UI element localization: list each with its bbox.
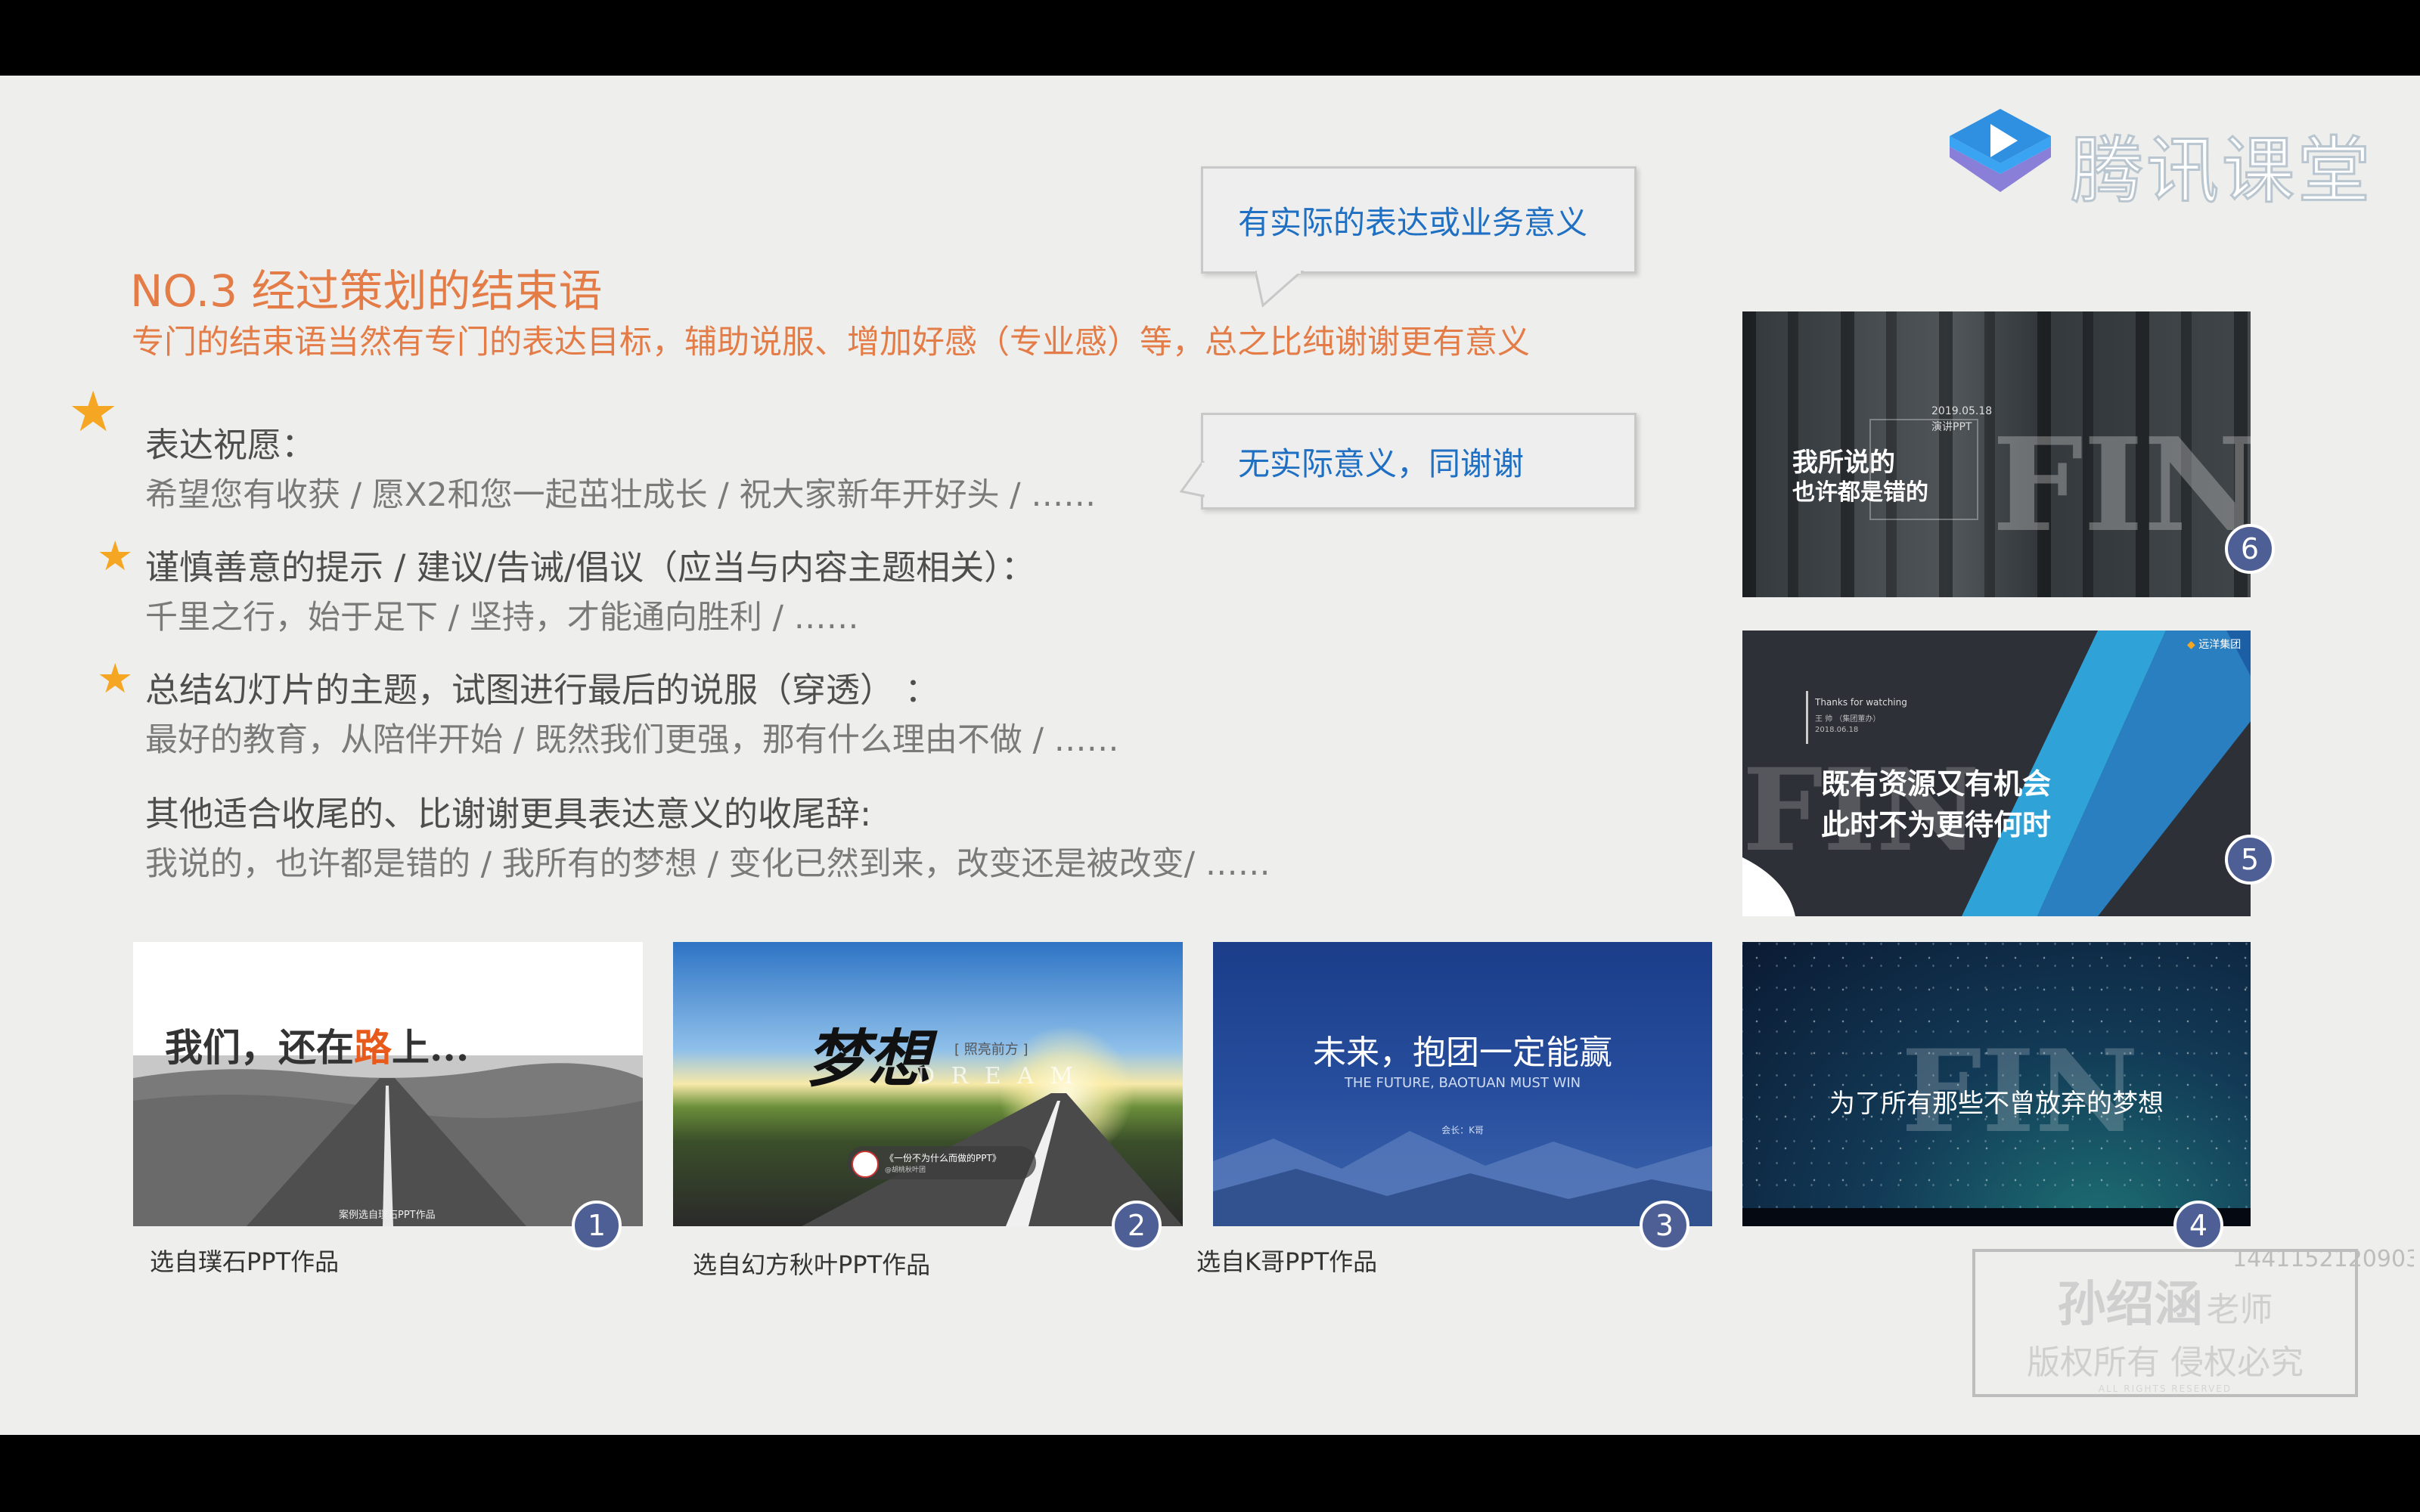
play-triangle-icon <box>1950 109 2051 192</box>
thumb-subtitle: THE FUTURE, BAOTUAN MUST WIN <box>1344 1075 1581 1091</box>
thumb-headline: 未来，抱团一定能赢 <box>1313 1033 1612 1072</box>
callout-meaningless-text: 无实际意义，同谢谢 <box>1238 445 1525 482</box>
thumbnail-caption: 选自璞石PPT作品 <box>150 1247 340 1276</box>
brand-text: 远洋集团 <box>2198 639 2242 651</box>
slide-number-badge: 3 <box>1640 1201 1689 1250</box>
fin-text: FIN <box>1992 410 2251 561</box>
star-icon: ★ <box>68 380 119 445</box>
thumb-headline: 梦想 <box>806 1023 930 1095</box>
thumbnail-caption: 选自K哥PPT作品 <box>1196 1247 1378 1276</box>
section-body: 千里之行，始于足下 / 坚持，才能通向胜利 / …… <box>145 599 859 637</box>
road-photo <box>133 1055 643 1226</box>
logo-text: 腾讯课堂 <box>2070 128 2373 215</box>
slide-thumbnail-3[interactable]: 未来，抱团一定能赢 THE FUTURE, BAOTUAN MUST WIN 会… <box>1213 942 1712 1226</box>
section-heading: 总结幻灯片的主题，试图进行最后的说服（穿透） ： <box>145 670 939 710</box>
thumb-small-text: 2018.06.18 <box>1815 726 1859 734</box>
logo: 腾讯课堂 <box>1944 98 2372 215</box>
thumbnail-caption: 选自幻方秋叶PPT作品 <box>693 1250 931 1279</box>
callout-meaningful-text: 有实际的表达或业务意义 <box>1238 203 1588 241</box>
slide-thumbnail-1[interactable]: 我们，还在路上... 案例选自璞石PPT作品 <box>133 942 643 1226</box>
callout-tail <box>1180 461 1205 497</box>
slide-canvas: 腾讯课堂 NO.3 经过策划的结束语 ★ 专门的结束语当然有专门的表达目标，辅助… <box>0 76 2420 1435</box>
watermark-box: 孙绍涵 老师 版权所有 侵权必究 ALL RIGHTS RESERVED <box>1972 1249 2358 1397</box>
brand-icon: ◆ <box>2187 639 2195 651</box>
callout-meaningless: 无实际意义，同谢谢 <box>1201 413 1637 510</box>
slide-number-badge: 1 <box>572 1201 622 1250</box>
section-body: 最好的教育，从陪伴开始 / 既然我们更强，那有什么理由不做 / …… <box>145 721 1119 759</box>
slide-number-badge: 6 <box>2225 524 2275 574</box>
callout-meaningful: 有实际的表达或业务意义 <box>1201 166 1637 274</box>
slide-number-badge: 4 <box>2173 1201 2223 1250</box>
section-heading: 其他适合收尾的、比谢谢更具表达意义的收尾辞: <box>145 794 872 834</box>
thumb-tag: [ 照亮前方 ] <box>954 1042 1028 1058</box>
pill-subtext: @胡桃秋叶团 <box>885 1167 926 1174</box>
star-icon: ★ <box>97 655 134 702</box>
slide-thumbnail-2[interactable]: 梦想 D R E A M [ 照亮前方 ] 《一份不为什么而做的PPT》 @胡桃… <box>673 942 1183 1226</box>
section-heading: 谨慎善意的提示 / 建议/告诫/倡议（应当与内容主题相关）： <box>145 547 1035 587</box>
page-subtitle: 专门的结束语当然有专门的表达目标，辅助说服、增加好感（专业感）等，总之比纯谢谢更… <box>132 324 1530 361</box>
watermark-fine: ALL RIGHTS RESERVED <box>2098 1383 2232 1394</box>
watermark-name: 孙绍涵 <box>2057 1277 2203 1333</box>
pill-text: 《一份不为什么而做的PPT》 <box>885 1153 1001 1163</box>
headline-part: 我们，还在 <box>165 1025 354 1070</box>
slide-thumbnail-4[interactable]: FIN 为了所有那些不曾放弃的梦想 <box>1742 942 2251 1226</box>
thumb-headline: 既有资源又有机会 <box>1821 767 2052 801</box>
thumb-headline: 我们，还在路上... <box>165 1018 469 1072</box>
page-title: NO.3 经过策划的结束语 <box>130 265 603 317</box>
star-icon: ★ <box>97 532 134 580</box>
section-body: 希望您有收获 / 愿X2和您一起茁壮成长 / 祝大家新年开好头 / …… <box>145 476 1097 514</box>
thumb-small-text: 演讲PPT <box>1931 421 1972 433</box>
slide-number-badge: 2 <box>1112 1201 1162 1250</box>
thumb-small-text: 会长：K哥 <box>1441 1125 1484 1136</box>
thumb-subtitle: D R E A M <box>917 1063 1078 1089</box>
watermark-rights: 版权所有 侵权必究 <box>2027 1343 2304 1382</box>
vertical-rule <box>1806 691 1808 744</box>
headline-highlight: 路 <box>354 1025 392 1070</box>
section-body: 我说的，也许都是错的 / 我所有的梦想 / 变化已然到来，改变还是被改变/ …… <box>145 845 1270 883</box>
thumb-small-text: 王 帅 （集团董办） <box>1815 715 1881 723</box>
slide-thumbnail-5[interactable]: ◆ 远洋集团 Thanks for watching 王 帅 （集团董办） 20… <box>1742 631 2251 916</box>
thumb-small-text: 案例选自璞石PPT作品 <box>339 1210 436 1221</box>
slide-thumbnail-6[interactable]: FIN 2019.05.18 演讲PPT 我所说的 也许都是错的 <box>1742 311 2251 597</box>
brand-mark: ◆ 远洋集团 <box>2187 637 2241 652</box>
headline-part: 上... <box>392 1025 470 1070</box>
pill-logo-icon <box>852 1151 879 1178</box>
section-heading: 表达祝愿： <box>145 425 316 465</box>
callout-tail <box>1255 271 1305 308</box>
thumb-headline: 为了所有那些不曾放弃的梦想 <box>1829 1089 2164 1119</box>
watermark-role: 老师 <box>2206 1290 2273 1329</box>
thumb-headline: 也许都是错的 <box>1792 479 1928 506</box>
thumb-small-text: 2019.05.18 <box>1931 405 1993 417</box>
slide-number-badge: 5 <box>2225 835 2275 885</box>
watermark-name-row: 孙绍涵 老师 <box>1975 1266 2355 1335</box>
thumb-headline: 此时不为更待何时 <box>1821 807 2052 841</box>
thumb-small-text: Thanks for watching <box>1815 697 1907 708</box>
screen: 腾讯课堂 NO.3 经过策划的结束语 ★ 专门的结束语当然有专门的表达目标，辅助… <box>0 0 2420 1512</box>
